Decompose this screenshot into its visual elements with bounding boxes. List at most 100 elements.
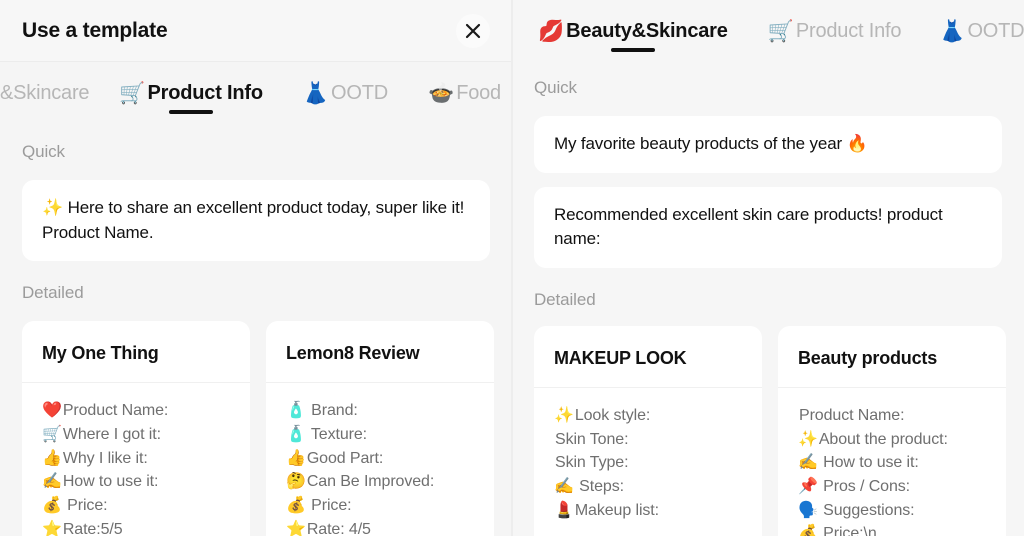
left-tabbar[interactable]: &Skincare 🛒 Product Info 👗 OOTD 🍲 Food [0,62,512,124]
page-title: Use a template [22,18,168,42]
card-title: My One Thing [22,343,250,384]
lipstick-icon: 💄 [554,501,574,519]
tab-ootd[interactable]: 👗 OOTD [299,62,392,124]
tab-product-info[interactable]: 🛒 Product Info [764,0,906,62]
quick-template-card[interactable]: Recommended excellent skin care products… [534,186,1002,268]
money-bag-icon: 💰 [286,496,306,514]
card-field-list: Product Name: ✨About the product: ✍️ How… [778,388,1006,536]
card-field: 📌 Pros / Cons: [798,475,986,499]
card-field-label: Price: [62,496,108,514]
detailed-section-label: Detailed [22,283,84,303]
tab-label: Product Info [147,81,264,104]
card-field: 👍Good Part: [286,447,474,471]
speaking-head-icon: 🗣️ [798,501,818,519]
left-panel-body: Quick ✨ Here to share an excellent produ… [0,142,512,536]
card-field-label: Product Name: [799,406,905,424]
detail-template-card[interactable]: Beauty products Product Name: ✨About the… [778,325,1006,536]
tab-beauty-skincare[interactable]: 💋 Beauty&Skincare [534,0,732,62]
writing-hand-icon: ✍️ [42,473,62,491]
card-field-label: Rate:5/5 [62,520,123,536]
money-bag-icon: 💰 [798,525,818,536]
shopping-cart-icon: 🛒 [42,425,62,443]
template-picker-comparison: Use a template &Skincare 🛒 Product Info [0,0,1024,536]
card-field: 💄Makeup list: [554,499,742,523]
star-icon: ⭐ [42,520,62,536]
writing-hand-icon: ✍️ [798,454,818,472]
card-field-label: Price:\n [818,525,877,536]
lotion-bottle-icon: 🧴 [286,402,306,420]
thumbs-up-icon: 👍 [286,449,306,467]
lips-icon: 💋 [538,19,565,43]
quick-section-label: Quick [534,78,577,97]
right-detailed-row: MAKEUP LOOK ✨Look style: Skin Tone: Skin… [534,325,1006,536]
close-button[interactable] [456,13,490,48]
quick-template-card[interactable]: ✨ Here to share an excellent product tod… [22,180,490,262]
card-field-label: Look style: [574,406,651,424]
quick-section-label: Quick [22,142,65,161]
star-icon: ⭐ [286,520,306,536]
card-field-label: Brand: [306,402,358,420]
active-tab-underline [169,110,214,114]
dress-icon: 👗 [939,19,966,43]
card-field: Product Name: [798,404,986,428]
detail-template-card[interactable]: Lemon8 Review 🧴 Brand: 🧴 Texture: 👍Good … [266,321,494,536]
shopping-cart-icon: 🛒 [119,81,146,105]
writing-hand-icon: ✍️ [554,477,574,495]
modal-header: Use a template [0,0,512,62]
detail-template-card[interactable]: MAKEUP LOOK ✨Look style: Skin Tone: Skin… [534,325,762,536]
close-icon [464,22,482,40]
tab-label: OOTD [331,81,389,104]
card-field: ✍️ Steps: [554,475,742,499]
lotion-bottle-icon: 🧴 [286,425,306,443]
money-bag-icon: 💰 [42,496,62,514]
card-field-label: Steps: [574,477,624,495]
card-field-label: About the product: [818,430,948,448]
card-field-label: Skin Type: [555,454,629,472]
card-field-label: Rate: 4/5 [306,520,371,536]
card-field: ✍️ How to use it: [798,451,986,475]
card-field-label: Suggestions: [818,501,915,519]
card-field: ✨About the product: [798,428,986,452]
tab-product-info[interactable]: 🛒 Product Info [115,62,267,124]
tab-food[interactable]: 🍲 Food [424,62,505,124]
pushpin-icon: 📌 [798,477,818,495]
card-field-label: Pros / Cons: [818,477,911,495]
tab-ootd[interactable]: 👗 OOTD [935,0,1024,62]
right-tabbar[interactable]: 💋 Beauty&Skincare 🛒 Product Info 👗 OOTD [512,0,1024,62]
card-field-label: How to use it: [62,473,159,491]
card-field-label: How to use it: [818,454,919,472]
tab-label: Product Info [795,19,902,42]
detail-template-card[interactable]: My One Thing ❤️Product Name: 🛒Where I go… [22,321,250,536]
sparkles-icon: ✨ [554,406,574,424]
card-field: 🧴 Texture: [286,423,474,447]
card-field: 🛒Where I got it: [42,423,230,447]
card-field: ❤️Product Name: [42,399,230,423]
card-field-label: Why I like it: [62,449,148,467]
card-field-label: Makeup list: [574,501,659,519]
tab-label: Beauty&Skincare [566,19,728,42]
card-field: 🧴 Brand: [286,399,474,423]
card-title: MAKEUP LOOK [534,348,762,388]
card-field: 🗣️ Suggestions: [798,499,986,523]
quick-template-card[interactable]: My favorite beauty products of the year … [534,116,1002,173]
tab-label: Food [456,81,501,104]
right-panel-body: Quick My favorite beauty products of the… [512,78,1024,536]
thinking-face-icon: 🤔 [286,473,306,491]
right-panel: 💋 Beauty&Skincare 🛒 Product Info 👗 OOTD … [512,0,1024,536]
card-field-list: ❤️Product Name: 🛒Where I got it: 👍Why I … [22,383,250,536]
card-field-label: Price: [306,496,352,514]
sparkles-icon: ✨ [798,430,818,448]
card-field-list: ✨Look style: Skin Tone: Skin Type: ✍️ St… [534,388,762,536]
card-field: Skin Tone: [554,428,742,452]
tab-skincare[interactable]: &Skincare [0,62,103,124]
card-field: 👍Why I like it: [42,447,230,471]
thumbs-up-icon: 👍 [42,449,62,467]
heart-icon: ❤️ [42,402,62,420]
card-field-label: Product Name: [62,402,169,420]
active-tab-underline [610,48,655,52]
card-field: 💰 Price: [286,494,474,518]
dress-icon: 👗 [302,81,330,105]
card-field: ⭐Rate: 4/5 [286,518,474,536]
card-field: Skin Type: [554,451,742,475]
tab-label: &Skincare [0,81,90,104]
